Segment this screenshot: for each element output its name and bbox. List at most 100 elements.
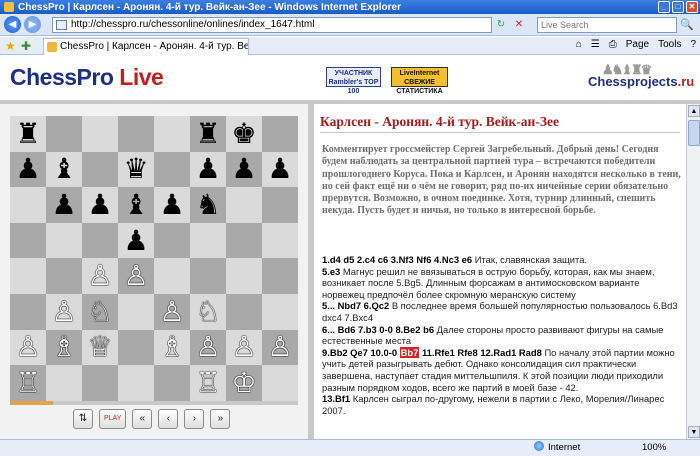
stop-icon[interactable]: ✕ <box>512 17 526 32</box>
close-button[interactable]: ✕ <box>686 1 698 13</box>
chess-piece-square[interactable]: ♟ <box>82 187 118 223</box>
board-square[interactable] <box>118 293 154 330</box>
board-square[interactable] <box>82 151 118 188</box>
scroll-thumb[interactable] <box>688 120 700 146</box>
board-square[interactable] <box>118 365 154 401</box>
chess-piece-square[interactable]: ♟ <box>262 151 298 188</box>
board-square[interactable] <box>190 258 226 294</box>
board-square[interactable] <box>154 151 190 188</box>
search-input[interactable]: Live Search <box>537 17 677 33</box>
chessprojects-logo[interactable]: ♟♞♝♜♛ Chessprojects.ru <box>588 62 694 89</box>
play-button[interactable]: PLAY <box>99 409 127 429</box>
add-favorites-icon[interactable]: ✚ <box>21 39 31 53</box>
chess-piece-square[interactable]: ♜ <box>190 116 226 152</box>
chess-piece-square[interactable]: ♕ <box>82 329 118 366</box>
scroll-up-icon[interactable]: ▲ <box>688 105 700 117</box>
flip-board-button[interactable]: ⇅ <box>73 409 93 429</box>
board-square[interactable] <box>154 365 190 401</box>
board-square[interactable] <box>46 116 82 152</box>
chessboard[interactable]: ♜ ♜ ♚ ♟ ♝ ♛ ♟ ♟ ♟ ♟ ♟ ♝ ♟ ♞ ♟ ♙ ♙ ♙ ♘ ♙ ♘ ♙ ♗ ♕ ♗ ♙ ♙ ♙ ♖ ♖ ♔ <box>10 116 298 401</box>
scroll-down-icon[interactable]: ▼ <box>688 426 700 438</box>
vertical-scrollbar[interactable]: ▲ ▼ <box>686 104 700 439</box>
home-icon[interactable]: ⌂ <box>576 39 582 50</box>
board-square[interactable] <box>10 293 46 330</box>
chess-piece-square[interactable]: ♖ <box>10 365 46 401</box>
tools-menu[interactable]: Tools <box>658 39 681 50</box>
print-icon[interactable]: ⎙ <box>609 39 617 50</box>
move-link[interactable]: 5.e3 <box>322 266 340 277</box>
chess-piece-square[interactable]: ♟ <box>46 187 82 223</box>
chess-piece-square[interactable]: ♗ <box>154 329 190 366</box>
board-square[interactable] <box>82 365 118 401</box>
board-square[interactable] <box>190 222 226 259</box>
chess-piece-square[interactable]: ♟ <box>190 151 226 188</box>
chess-piece-square[interactable]: ♗ <box>46 329 82 366</box>
board-square[interactable] <box>262 187 298 223</box>
help-icon[interactable]: ? <box>690 39 696 50</box>
chess-piece-square[interactable]: ♙ <box>262 329 298 366</box>
move-link[interactable]: 6... Bd6 7.b3 0-0 8.Be2 b6 <box>322 324 434 335</box>
board-square[interactable] <box>262 222 298 259</box>
board-square[interactable] <box>226 293 262 330</box>
chess-piece-square[interactable]: ♘ <box>190 293 226 330</box>
search-icon[interactable]: 🔍 <box>679 17 695 33</box>
board-square[interactable] <box>262 116 298 152</box>
liveinternet-badge[interactable]: LiveInternet СВЕЖИЕ СТАТИСТИКА <box>391 67 448 95</box>
board-square[interactable] <box>154 116 190 152</box>
zoom-level[interactable]: 100% <box>642 440 666 456</box>
board-square[interactable] <box>118 116 154 152</box>
move-link[interactable]: 11.Rfe1 Rfe8 12.Rad1 Rad8 <box>419 347 542 358</box>
board-square[interactable] <box>154 222 190 259</box>
prev-move-button[interactable]: ‹ <box>158 409 179 429</box>
current-move[interactable]: Bb7 <box>399 346 420 358</box>
chess-piece-square[interactable]: ♟ <box>10 151 46 188</box>
next-move-button[interactable]: › <box>184 409 205 429</box>
back-button[interactable]: ◀ <box>4 16 21 33</box>
chess-piece-square[interactable]: ♜ <box>10 116 46 152</box>
chess-piece-square[interactable]: ♘ <box>82 293 118 330</box>
rambler-top100-badge[interactable]: УЧАСТНИК Rambler's TOP 100 <box>326 67 381 95</box>
board-square[interactable] <box>226 187 262 223</box>
chess-piece-square[interactable]: ♙ <box>82 258 118 294</box>
chess-piece-square[interactable]: ♙ <box>154 293 190 330</box>
game-progress-bar[interactable] <box>10 401 298 405</box>
tab-chesspro[interactable]: ChessPro | Карлсен - Аронян. 4-й тур. Ве… <box>43 38 249 55</box>
move-link[interactable]: 9.Bb2 Qe7 10.0-0 <box>322 347 397 358</box>
chess-piece-square[interactable]: ♚ <box>226 116 262 152</box>
chess-piece-square[interactable]: ♙ <box>46 293 82 330</box>
page-menu[interactable]: Page <box>626 39 649 50</box>
chess-piece-square[interactable]: ♔ <box>226 365 262 401</box>
chess-piece-square[interactable]: ♙ <box>226 329 262 366</box>
chess-piece-square[interactable]: ♟ <box>118 222 154 259</box>
board-square[interactable] <box>226 258 262 294</box>
refresh-icon[interactable]: ↻ <box>494 17 508 32</box>
board-square[interactable] <box>154 258 190 294</box>
board-square[interactable] <box>226 222 262 259</box>
board-square[interactable] <box>262 293 298 330</box>
board-square[interactable] <box>10 187 46 223</box>
board-square[interactable] <box>46 258 82 294</box>
chess-piece-square[interactable]: ♖ <box>190 365 226 401</box>
board-square[interactable] <box>82 116 118 152</box>
chesspro-live-logo[interactable]: ChessPro Live <box>10 64 164 91</box>
move-link[interactable]: 5... Nbd7 6.Qc2 <box>322 300 389 311</box>
board-square[interactable] <box>10 222 46 259</box>
feeds-icon[interactable]: ☰ <box>591 39 600 50</box>
chess-piece-square[interactable]: ♛ <box>118 151 154 188</box>
board-square[interactable] <box>82 222 118 259</box>
chess-piece-square[interactable]: ♞ <box>190 187 226 223</box>
url-input[interactable]: http://chesspro.ru/chessonline/onlines/i… <box>52 17 492 33</box>
maximize-button[interactable]: □ <box>672 1 684 13</box>
favorites-star-icon[interactable]: ★ <box>5 39 16 53</box>
board-square[interactable] <box>118 329 154 366</box>
chess-piece-square[interactable]: ♝ <box>46 151 82 188</box>
last-move-button[interactable]: » <box>210 409 231 429</box>
chess-piece-square[interactable]: ♟ <box>154 187 190 223</box>
board-square[interactable] <box>262 258 298 294</box>
move-link[interactable]: 1.d4 d5 2.c4 c6 3.Nf3 Nf6 4.Nc3 e6 <box>322 254 472 265</box>
board-square[interactable] <box>10 258 46 294</box>
chess-piece-square[interactable]: ♝ <box>118 187 154 223</box>
chess-piece-square[interactable]: ♙ <box>190 329 226 366</box>
board-square[interactable] <box>262 365 298 401</box>
board-square[interactable] <box>46 222 82 259</box>
